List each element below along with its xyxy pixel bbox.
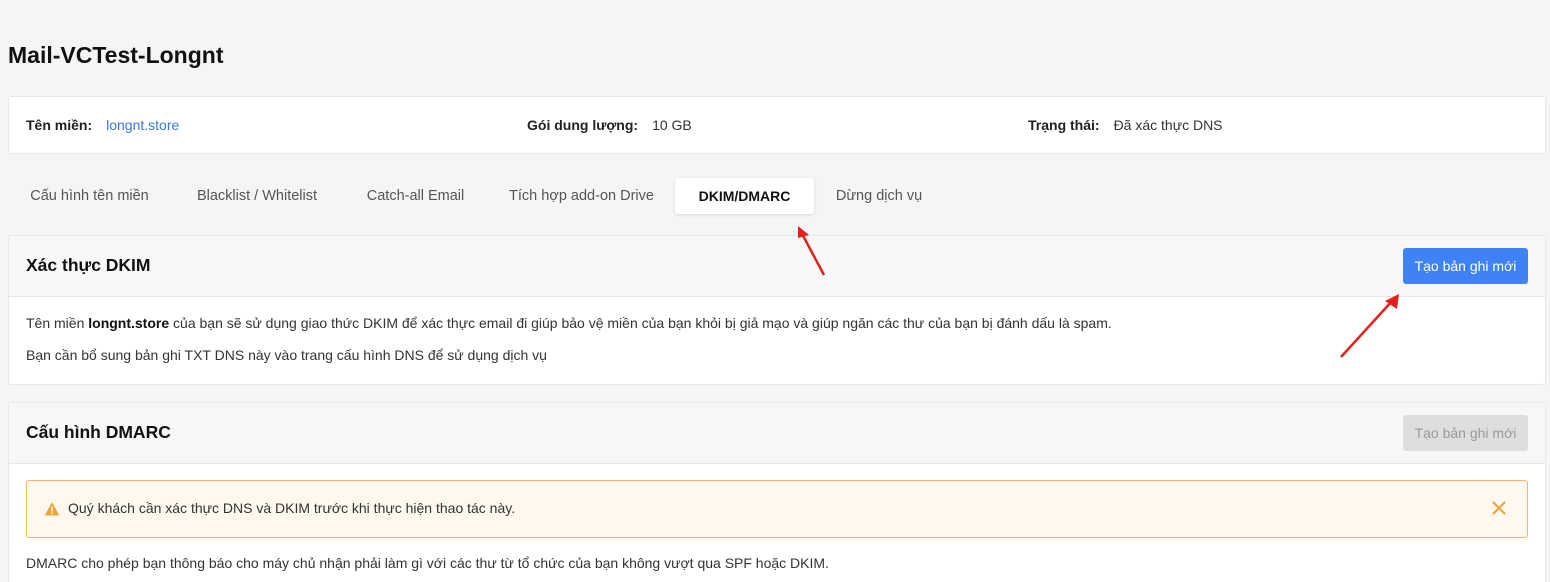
dmarc-section-header: Cấu hình DMARC Tạo bản ghi mới [9, 403, 1545, 464]
dkim-desc-domain: longnt.store [88, 315, 170, 331]
dkim-title: Xác thực DKIM [26, 255, 151, 275]
close-icon[interactable] [1491, 500, 1507, 516]
plan-value: 10 GB [652, 117, 692, 133]
domain-info-card: Tên miền: longnt.store Gói dung lượng: 10 … [8, 96, 1546, 154]
dkim-instruction: Bạn cần bổ sung bản ghi TXT DNS này vào … [26, 347, 547, 363]
dmarc-title: Cấu hình DMARC [26, 422, 171, 442]
dkim-section-header: Xác thực DKIM Tạo bản ghi mới [9, 236, 1545, 297]
status-info: Trạng thái: Đã xác thực DNS [1028, 117, 1223, 133]
tab-catch-all-email[interactable]: Catch-all Email [343, 178, 488, 214]
dmarc-body: Quý khách cần xác thực DNS và DKIM trước… [9, 464, 1545, 582]
tab-blacklist-whitelist[interactable]: Blacklist / Whitelist [171, 178, 343, 214]
tab-domain-config[interactable]: Cấu hình tên miền [8, 178, 171, 214]
dkim-section: Xác thực DKIM Tạo bản ghi mới Tên miền l… [8, 235, 1546, 385]
tab-stop-service[interactable]: Dừng dịch vụ [814, 178, 944, 214]
domain-label: Tên miền: [26, 117, 93, 133]
dmarc-section: Cấu hình DMARC Tạo bản ghi mới Quý khách… [8, 402, 1546, 582]
dmarc-description: DMARC cho phép bạn thông báo cho máy chủ… [26, 555, 829, 571]
tab-dkim-dmarc[interactable]: DKIM/DMARC [675, 178, 814, 214]
warning-icon [44, 502, 60, 516]
dkim-body: Tên miền longnt.store của bạn sẽ sử dụng… [9, 297, 1545, 381]
dkim-desc-prefix: Tên miền [26, 315, 89, 331]
dkim-desc-suffix: của bạn sẽ sử dụng giao thức DKIM để xác… [169, 315, 1112, 331]
domain-info: Tên miền: longnt.store [26, 117, 179, 133]
plan-info: Gói dung lượng: 10 GB [527, 117, 692, 133]
dkim-create-record-button[interactable]: Tạo bản ghi mới [1403, 248, 1528, 284]
page-title: Mail-VCTest-Longnt [8, 42, 224, 68]
plan-label: Gói dung lượng: [527, 117, 639, 133]
alert-message: Quý khách cần xác thực DNS và DKIM trước… [68, 500, 516, 516]
dkim-description: Tên miền longnt.store của bạn sẽ sử dụng… [26, 313, 1528, 333]
warning-alert: Quý khách cần xác thực DNS và DKIM trước… [26, 480, 1528, 538]
domain-link[interactable]: longnt.store [106, 117, 179, 133]
tab-drive-addon[interactable]: Tích hợp add-on Drive [488, 178, 675, 214]
status-value: Đã xác thực DNS [1113, 117, 1223, 133]
dmarc-create-record-button[interactable]: Tạo bản ghi mới [1403, 415, 1528, 451]
status-label: Trạng thái: [1028, 117, 1100, 133]
